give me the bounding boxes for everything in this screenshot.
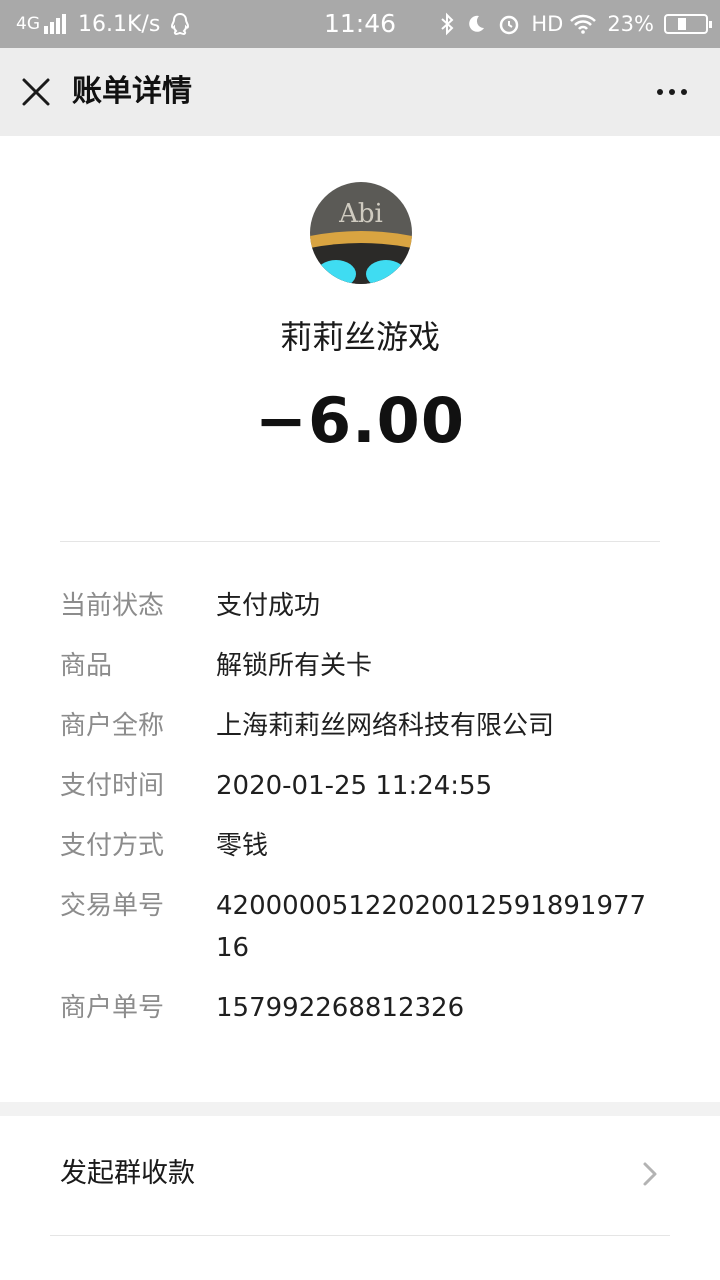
detail-label: 商户全称 [60, 711, 165, 741]
page-title: 账单详情 [72, 74, 192, 109]
detail-value[interactable]: 157992268812326 [216, 987, 660, 1029]
divider [60, 541, 660, 542]
detail-row-product: 商品 解锁所有关卡 [60, 645, 660, 687]
detail-value: 零钱 [216, 831, 269, 861]
detail-row-merchant: 商户全称 上海莉莉丝网络科技有限公司 [60, 705, 660, 747]
alarm-icon [500, 15, 519, 35]
section-gap [0, 1102, 720, 1116]
group-collect-label: 发起群收款 [60, 1158, 195, 1189]
close-button[interactable] [14, 70, 58, 114]
wifi-icon [570, 14, 597, 34]
bill-details: 当前状态 支付成功 商品 解锁所有关卡 商户全称 上海莉莉丝网络科技有限公司 支… [60, 585, 660, 1047]
battery-fill [678, 18, 687, 30]
detail-row-merchant-order: 商户单号 157992268812326 [60, 987, 660, 1029]
moon-icon [469, 15, 485, 32]
detail-value: 上海莉莉丝网络科技有限公司 [216, 711, 555, 741]
detail-label: 交易单号 [60, 891, 165, 921]
divider [50, 1235, 670, 1236]
merchant-name: 莉莉丝游戏 [279, 318, 440, 356]
detail-label: 商品 [60, 651, 113, 681]
title-bar: 账单详情 [0, 48, 720, 136]
detail-row-status: 当前状态 支付成功 [60, 585, 660, 627]
merchant-avatar: Abi [310, 182, 412, 284]
status-right: HD 23% [439, 0, 712, 48]
detail-value[interactable]: 4200000512202001259189197716 [216, 885, 660, 969]
detail-label: 商户单号 [60, 993, 165, 1023]
chevron-right-icon [643, 1162, 657, 1186]
detail-row-transaction-id: 交易单号 4200000512202001259189197716 [60, 885, 660, 969]
detail-row-method: 支付方式 零钱 [60, 825, 660, 867]
more-button[interactable] [648, 74, 696, 110]
bluetooth-icon [441, 12, 454, 36]
detail-label: 当前状态 [60, 591, 165, 621]
detail-value: 支付成功 [216, 591, 321, 621]
group-collect-row[interactable]: 发起群收款 [0, 1116, 720, 1236]
hd-indicator: HD [531, 12, 564, 36]
payment-amount: −6.00 [255, 384, 465, 457]
avatar-text: Abi [338, 199, 383, 229]
detail-label: 支付方式 [60, 831, 165, 861]
detail-value: 2020-01-25 11:24:55 [216, 771, 493, 801]
detail-row-time: 支付时间 2020-01-25 11:24:55 [60, 765, 660, 807]
status-bar: 4G 16.1K/s 11:46 HD 23% [0, 0, 720, 48]
more-icon [657, 89, 687, 95]
battery-percent: 23% [607, 12, 654, 36]
battery-icon [664, 14, 712, 34]
close-icon [22, 78, 50, 106]
detail-label: 支付时间 [60, 771, 165, 801]
detail-value: 解锁所有关卡 [216, 651, 373, 681]
